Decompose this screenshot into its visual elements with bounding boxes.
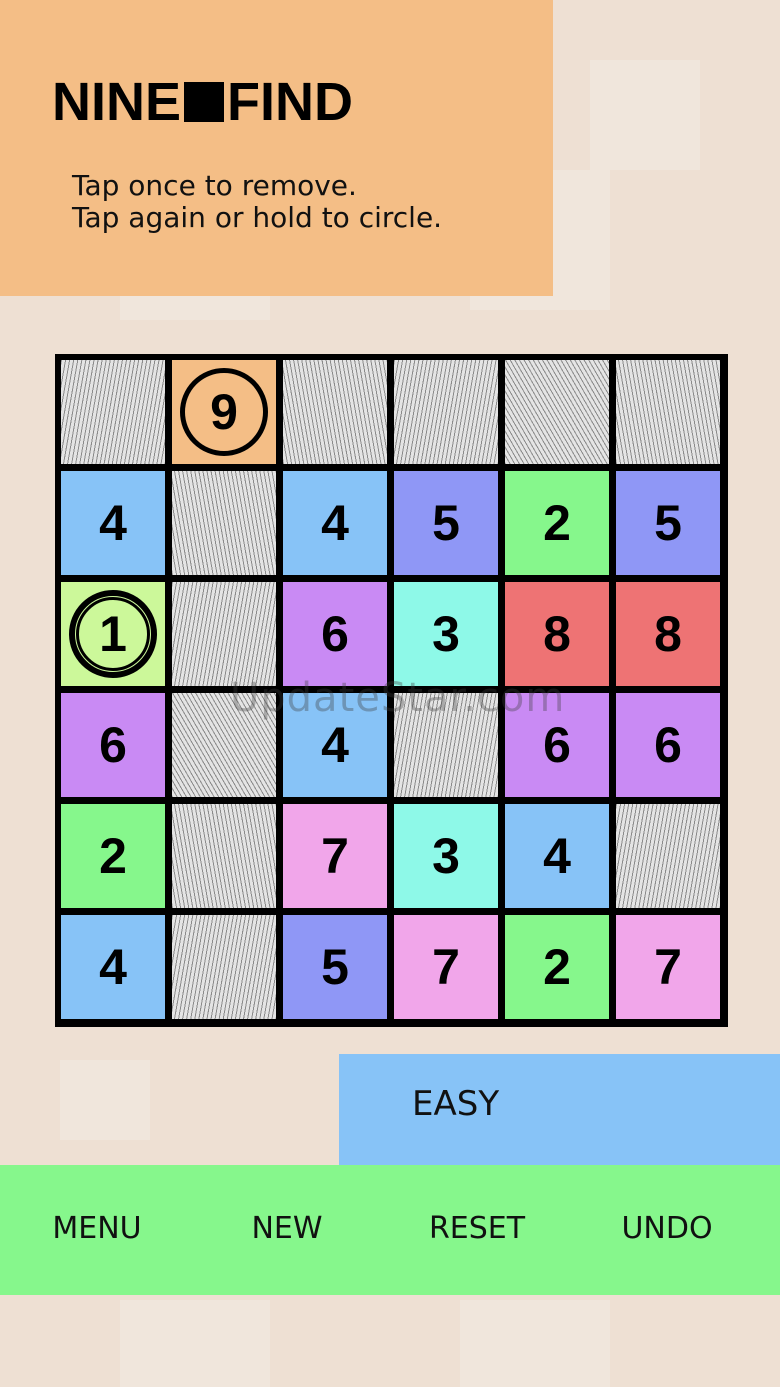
circled-cell[interactable]: 1 <box>61 582 165 686</box>
removed-cell[interactable] <box>394 360 498 464</box>
circle-mark: 9 <box>180 368 268 456</box>
number-cell[interactable]: 2 <box>505 471 609 575</box>
number-cell[interactable]: 8 <box>505 582 609 686</box>
number-cell[interactable]: 2 <box>61 804 165 908</box>
removed-cell[interactable] <box>172 804 276 908</box>
background-tile <box>60 1060 150 1140</box>
number-cell[interactable]: 7 <box>616 915 720 1019</box>
cell-number: 3 <box>432 606 460 662</box>
cell-number: 7 <box>654 939 682 995</box>
background-tile <box>120 1300 270 1387</box>
cell-number: 5 <box>432 495 460 551</box>
number-cell[interactable]: 4 <box>283 471 387 575</box>
number-cell[interactable]: 4 <box>61 471 165 575</box>
cell-number: 8 <box>543 606 571 662</box>
removed-cell[interactable] <box>61 360 165 464</box>
cell-number: 7 <box>321 828 349 884</box>
toolbar: MENU NEW RESET UNDO <box>0 1165 780 1295</box>
cell-number: 4 <box>321 495 349 551</box>
number-cell[interactable]: 6 <box>283 582 387 686</box>
circle-mark-inner: 1 <box>76 597 150 671</box>
number-cell[interactable]: 6 <box>616 693 720 797</box>
cell-number: 4 <box>543 828 571 884</box>
number-cell[interactable]: 5 <box>283 915 387 1019</box>
title-square-icon <box>184 82 225 122</box>
number-cell[interactable]: 7 <box>283 804 387 908</box>
removed-cell[interactable] <box>172 693 276 797</box>
cell-number: 1 <box>99 606 127 662</box>
removed-cell[interactable] <box>616 360 720 464</box>
cell-number: 2 <box>543 495 571 551</box>
cell-number: 5 <box>321 939 349 995</box>
removed-cell[interactable] <box>172 915 276 1019</box>
instructions: Tap once to remove. Tap again or hold to… <box>72 170 442 234</box>
cell-number: 4 <box>99 495 127 551</box>
cell-number: 4 <box>99 939 127 995</box>
circled-cell[interactable]: 9 <box>172 360 276 464</box>
game-board: 9 4 4 5 2 5 1 6 3 8 8 6 4 6 6 2 7 3 4 4 5 7 2 7 <box>55 354 728 1027</box>
reset-button[interactable]: RESET <box>382 1203 572 1253</box>
cell-number: 3 <box>432 828 460 884</box>
background-tile <box>590 60 700 170</box>
number-cell[interactable]: 7 <box>394 915 498 1019</box>
difficulty-label: EASY <box>412 1084 500 1124</box>
cell-number: 6 <box>99 717 127 773</box>
cell-number: 2 <box>543 939 571 995</box>
number-cell[interactable]: 5 <box>616 471 720 575</box>
cell-number: 9 <box>210 384 238 440</box>
removed-cell[interactable] <box>505 360 609 464</box>
cell-number: 6 <box>654 717 682 773</box>
cell-number: 8 <box>654 606 682 662</box>
cell-number: 2 <box>99 828 127 884</box>
number-cell[interactable]: 3 <box>394 582 498 686</box>
removed-cell[interactable] <box>283 360 387 464</box>
game-title: NINE FIND <box>52 70 353 134</box>
number-cell[interactable]: 2 <box>505 915 609 1019</box>
menu-button[interactable]: MENU <box>2 1203 192 1253</box>
header-panel: NINE FIND Tap once to remove. Tap again o… <box>0 0 553 296</box>
new-button[interactable]: NEW <box>192 1203 382 1253</box>
number-cell[interactable]: 8 <box>616 582 720 686</box>
title-left: NINE <box>52 72 182 132</box>
removed-cell[interactable] <box>394 693 498 797</box>
number-cell[interactable]: 5 <box>394 471 498 575</box>
number-cell[interactable]: 3 <box>394 804 498 908</box>
cell-number: 7 <box>432 939 460 995</box>
background-tile <box>460 1300 610 1387</box>
cell-number: 6 <box>543 717 571 773</box>
removed-cell[interactable] <box>616 804 720 908</box>
circle-mark: 1 <box>69 590 157 678</box>
number-cell[interactable]: 4 <box>61 915 165 1019</box>
difficulty-panel[interactable]: EASY <box>339 1054 780 1165</box>
removed-cell[interactable] <box>172 582 276 686</box>
number-cell[interactable]: 4 <box>283 693 387 797</box>
instruction-line-1: Tap once to remove. <box>72 169 357 202</box>
instruction-line-2: Tap again or hold to circle. <box>72 201 443 234</box>
number-cell[interactable]: 4 <box>505 804 609 908</box>
undo-button[interactable]: UNDO <box>572 1203 762 1253</box>
cell-number: 4 <box>321 717 349 773</box>
number-cell[interactable]: 6 <box>61 693 165 797</box>
removed-cell[interactable] <box>172 471 276 575</box>
title-right: FIND <box>227 72 353 132</box>
cell-number: 6 <box>321 606 349 662</box>
number-cell[interactable]: 6 <box>505 693 609 797</box>
cell-number: 5 <box>654 495 682 551</box>
